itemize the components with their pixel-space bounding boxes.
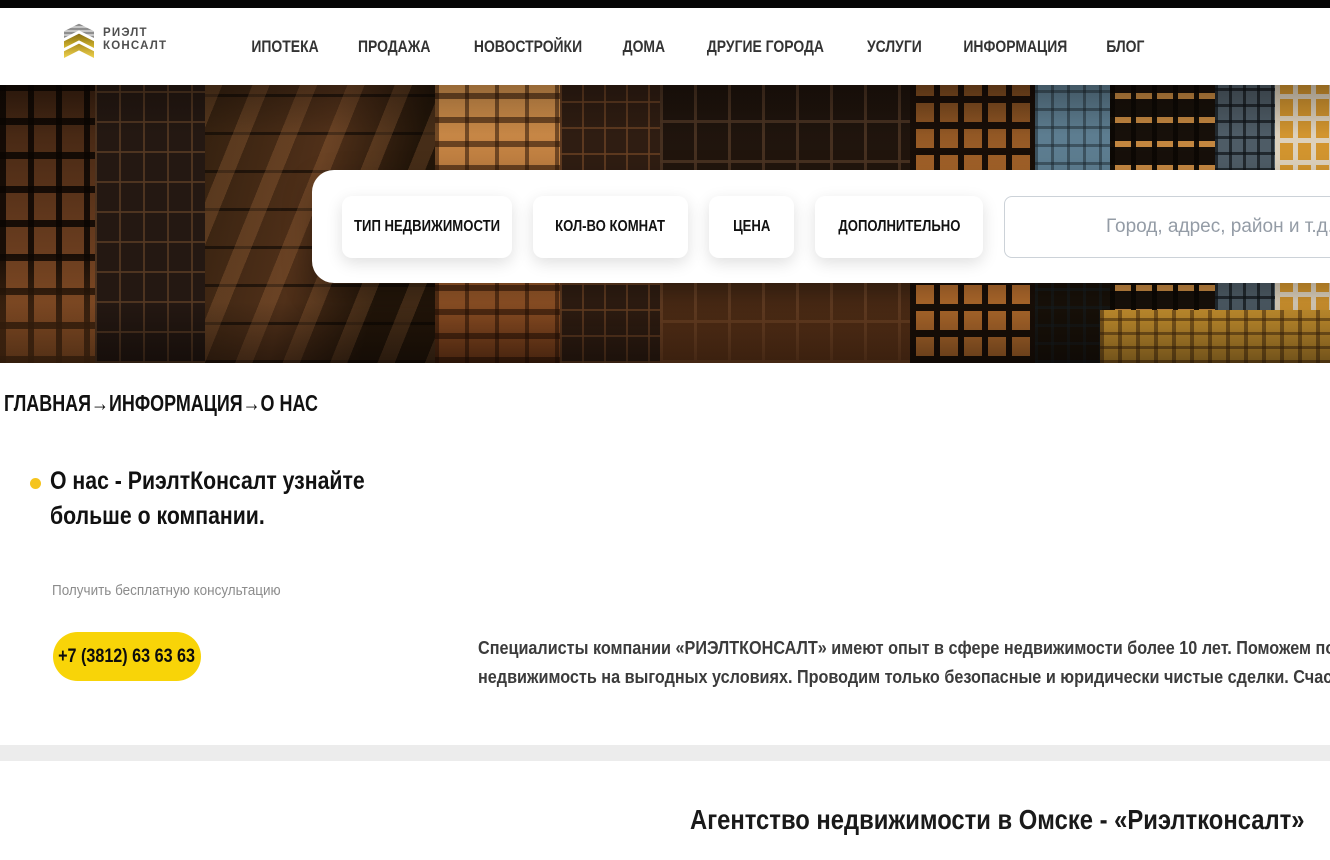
filter-property-type-button[interactable]: ТИП НЕДВИЖИМОСТИ [342, 196, 512, 258]
nav-item-doma[interactable]: ДОМА [618, 34, 670, 60]
page-title-line1: О нас - РиэлтКонсалт узнайте [50, 464, 365, 499]
breadcrumb-about[interactable]: О НАС [261, 390, 318, 416]
logo[interactable]: РИЭЛТ КОНСАЛТ [64, 22, 167, 58]
logo-chevrons-icon [64, 22, 94, 58]
nav-item-novostroyki[interactable]: НОВОСТРОЙКИ [462, 34, 594, 60]
breadcrumb: ГЛАВНАЯ→ИНФОРМАЦИЯ→О НАС [4, 390, 406, 417]
logo-line2: КОНСАЛТ [103, 40, 167, 53]
search-filter-panel: ТИП НЕДВИЖИМОСТИ КОЛ-ВО КОМНАТ ЦЕНА ДОПО… [312, 170, 1330, 283]
logo-line1: РИЭЛТ [103, 27, 167, 40]
location-search-input[interactable] [1004, 196, 1330, 258]
agency-section-title: Агентство недвижимости в Омске - «Риэлтк… [690, 804, 1330, 836]
page-title-line2: больше о компании. [50, 499, 365, 534]
hero-image: ТИП НЕДВИЖИМОСТИ КОЛ-ВО КОМНАТ ЦЕНА ДОПО… [0, 85, 1330, 363]
yellow-bullet-icon [30, 478, 41, 489]
breadcrumb-information[interactable]: ИНФОРМАЦИЯ [109, 390, 243, 416]
nav-item-informaciya[interactable]: ИНФОРМАЦИЯ [952, 34, 1079, 60]
about-paragraph: Специалисты компании «РИЭЛТКОНСАЛТ» имею… [478, 634, 1330, 692]
nav-item-blog[interactable]: БЛОГ [1102, 34, 1149, 60]
filter-extra-button[interactable]: ДОПОЛНИТЕЛЬНО [815, 196, 983, 258]
filter-price-button[interactable]: ЦЕНА [709, 196, 794, 258]
consultation-label: Получить бесплатную консультацию [52, 582, 306, 599]
page-title: О нас - РиэлтКонсалт узнайте больше о ко… [50, 464, 420, 534]
breadcrumb-arrow-icon: → [91, 390, 109, 416]
nav-item-prodazha[interactable]: ПРОДАЖА [350, 34, 438, 60]
main-nav: ИПОТЕКА ПРОДАЖА НОВОСТРОЙКИ ДОМА ДРУГИЕ … [244, 34, 1149, 60]
about-paragraph-line1: Специалисты компании «РИЭЛТКОНСАЛТ» имею… [478, 634, 1330, 663]
nav-item-drugie-goroda[interactable]: ДРУГИЕ ГОРОДА [694, 34, 837, 60]
nav-item-ipoteka[interactable]: ИПОТЕКА [244, 34, 326, 60]
breadcrumb-arrow-icon: → [243, 390, 261, 416]
breadcrumb-home[interactable]: ГЛАВНАЯ [4, 390, 91, 416]
about-paragraph-line2: недвижимость на выгодных условиях. Прово… [478, 663, 1330, 692]
top-black-bar [0, 0, 1330, 8]
section-divider [0, 745, 1330, 761]
logo-text: РИЭЛТ КОНСАЛТ [103, 27, 167, 53]
phone-button[interactable]: +7 (3812) 63 63 63 [53, 632, 201, 681]
site-header: РИЭЛТ КОНСАЛТ ИПОТЕКА ПРОДАЖА НОВОСТРОЙК… [0, 8, 1330, 85]
page: РИЭЛТ КОНСАЛТ ИПОТЕКА ПРОДАЖА НОВОСТРОЙК… [0, 0, 1330, 860]
nav-item-uslugi[interactable]: УСЛУГИ [861, 34, 928, 60]
filter-rooms-button[interactable]: КОЛ-ВО КОМНАТ [533, 196, 688, 258]
